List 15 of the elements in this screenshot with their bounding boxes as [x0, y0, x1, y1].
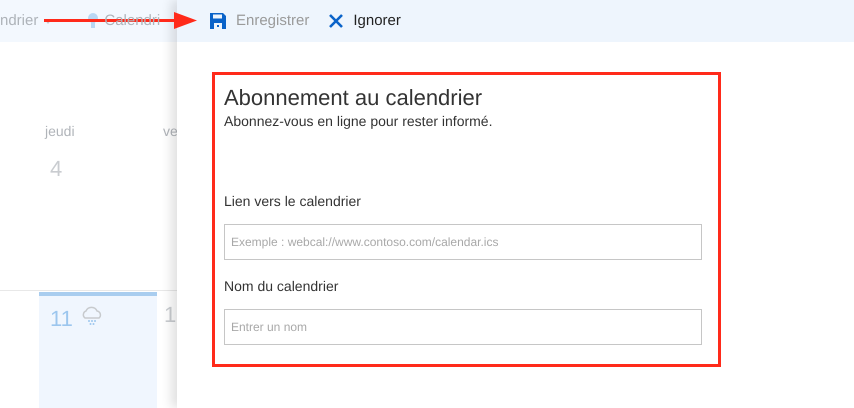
day-header: jeudi	[45, 122, 75, 141]
rain-cloud-icon	[80, 306, 103, 326]
lightbulb-icon	[88, 13, 98, 29]
day-number: 11	[50, 305, 73, 333]
day-header: ve	[163, 122, 177, 141]
discard-button[interactable]: Ignorer	[329, 10, 401, 32]
form-title: Abonnement au calendrier	[224, 84, 484, 112]
input-field[interactable]: Exemple : webcal://www.contoso.com/calendar.ics	[224, 224, 702, 260]
toolbar-item[interactable]: ndrier	[0, 10, 38, 32]
day-cell[interactable]: 11	[39, 292, 157, 408]
close-icon	[329, 14, 344, 28]
input-field[interactable]: Entrer un nom	[224, 309, 702, 345]
field-label: Nom du calendrier	[224, 277, 340, 295]
field-label: Lien vers le calendrier	[224, 192, 362, 210]
form-subtitle: Abonnez-vous en ligne pour rester informé.	[224, 112, 494, 130]
